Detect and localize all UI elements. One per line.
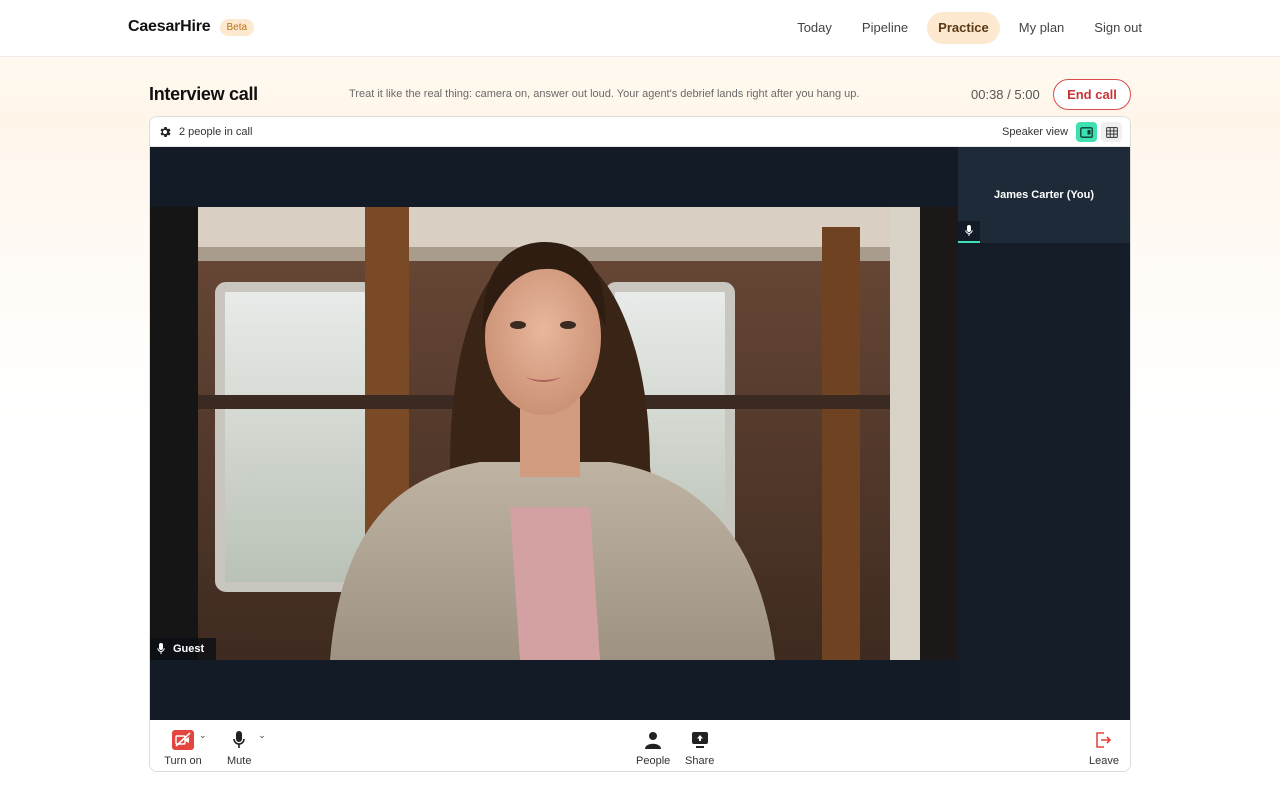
self-mic-icon: [958, 221, 980, 243]
share-label: Share: [685, 755, 715, 767]
main-speaker-video[interactable]: Guest: [150, 207, 957, 660]
self-participant-name: James Carter (You): [993, 189, 1095, 201]
leave-label: Leave: [1089, 755, 1119, 767]
call-toolbar: 2 people in call Speaker view: [150, 117, 1130, 147]
main-nav: Today Pipeline Practice My plan Sign out: [786, 12, 1153, 44]
microphone-icon: [233, 731, 246, 748]
speaker-video-frame: [150, 207, 957, 660]
camera-off-icon: [172, 730, 194, 750]
video-stage: Guest James Carter (You): [150, 147, 1130, 720]
mute-label: Mute: [227, 755, 252, 767]
beta-badge: Beta: [219, 18, 255, 36]
video-call-window: 2 people in call Speaker view Guest Jame…: [149, 116, 1131, 772]
call-controls: ⌄ Turn on ⌄ Mute People Share Leave: [150, 720, 1130, 771]
nav-item-practice[interactable]: Practice: [927, 12, 1000, 44]
grid-view-icon[interactable]: [1101, 122, 1122, 142]
nav-item-pipeline[interactable]: Pipeline: [851, 12, 919, 44]
participant-count: 2 people in call: [179, 126, 253, 138]
participant-sidebar: James Carter (You): [958, 147, 1130, 720]
self-video-tile[interactable]: James Carter (You): [958, 147, 1130, 243]
screen-share-icon: [691, 732, 708, 748]
page-title: Interview call: [149, 84, 258, 104]
people-label: People: [636, 755, 671, 767]
brand-name: CaesarHire: [128, 18, 211, 35]
person-icon: [645, 732, 662, 749]
top-navigation: CaesarHire Beta Today Pipeline Practice …: [0, 0, 1280, 57]
camera-toggle-button[interactable]: ⌄ Turn on: [163, 729, 207, 767]
share-button[interactable]: Share: [685, 729, 714, 767]
mic-icon: [157, 643, 165, 654]
mute-button[interactable]: ⌄ Mute: [227, 729, 266, 767]
brand[interactable]: CaesarHire Beta: [128, 18, 255, 36]
guest-name: Guest: [173, 643, 205, 655]
mic-options-chevron-icon[interactable]: ⌄: [258, 730, 266, 741]
call-timer: 00:38 / 5:00: [971, 87, 1040, 102]
camera-toggle-label: Turn on: [164, 755, 202, 767]
speaker-view-icon[interactable]: [1076, 122, 1097, 142]
leave-icon: [1096, 732, 1112, 748]
nav-item-my-plan[interactable]: My plan: [1008, 12, 1076, 44]
settings-gear-icon[interactable]: [158, 125, 172, 139]
people-button[interactable]: People: [636, 729, 670, 767]
nav-item-sign-out[interactable]: Sign out: [1083, 12, 1153, 44]
guest-name-tag: Guest: [150, 638, 217, 660]
end-call-button[interactable]: End call: [1053, 79, 1131, 110]
view-mode-label: Speaker view: [1002, 126, 1069, 138]
call-instructions: Treat it like the real thing: camera on,…: [349, 88, 860, 100]
camera-options-chevron-icon[interactable]: ⌄: [199, 730, 207, 741]
nav-item-today[interactable]: Today: [786, 12, 843, 44]
leave-button[interactable]: Leave: [1089, 729, 1119, 767]
